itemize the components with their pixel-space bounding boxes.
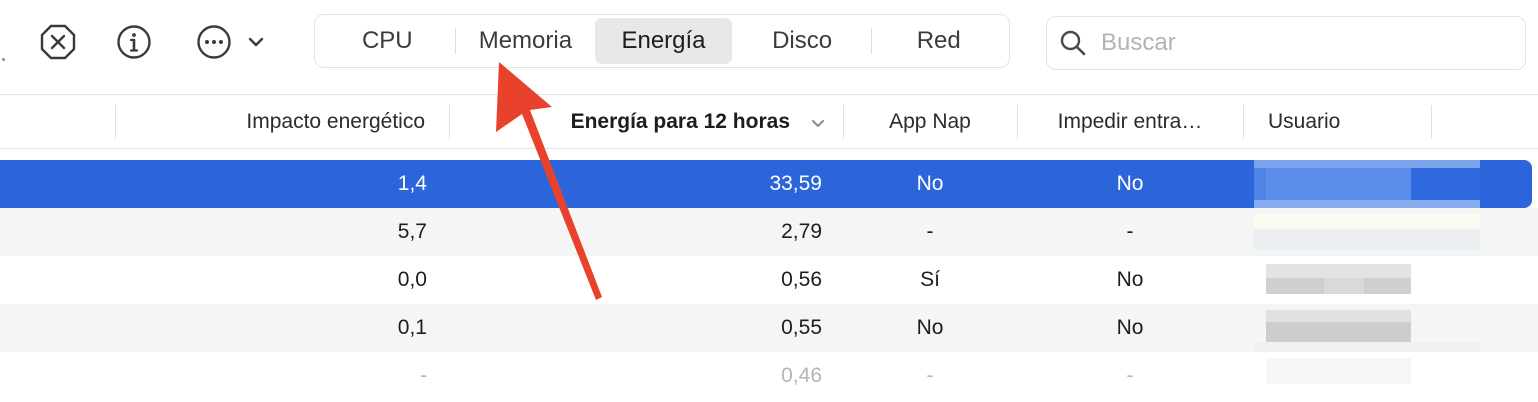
- column-label: Energía para 12 horas: [570, 110, 790, 133]
- tab-label: CPU: [361, 27, 413, 54]
- column-header-energy-12h[interactable]: Energía para 12 horas: [454, 95, 790, 149]
- stop-process-button[interactable]: [38, 22, 78, 62]
- column-divider: [1243, 105, 1244, 139]
- process-table: 1,4 33,59 No No 5,7 2,79 - - 0,0 0,56 Sí…: [0, 160, 1538, 400]
- energy-12h-cell: 0,46: [781, 364, 822, 387]
- column-header-energy-impact[interactable]: Impacto energético: [120, 95, 425, 149]
- tab-energia[interactable]: Energía: [595, 18, 732, 64]
- redacted-user: [1254, 208, 1480, 256]
- column-divider: [449, 105, 450, 139]
- view-tabs: CPU Memoria Energía Disco Red: [314, 14, 1010, 68]
- redacted-user: [1254, 160, 1480, 208]
- prevent-sleep-cell: No: [1116, 172, 1144, 195]
- column-divider: [1431, 105, 1432, 139]
- search-field[interactable]: [1046, 16, 1526, 70]
- energy-impact-cell: 5,7: [397, 220, 427, 243]
- column-label: App Nap: [889, 110, 971, 133]
- column-divider: [115, 105, 116, 139]
- tab-red[interactable]: Red: [872, 18, 1005, 64]
- energy-12h-cell: 0,55: [781, 316, 822, 339]
- column-header-prevent-sleep[interactable]: Impedir entra…: [1018, 95, 1242, 149]
- tab-disco[interactable]: Disco: [732, 18, 873, 64]
- search-input[interactable]: [1099, 28, 1503, 58]
- info-button[interactable]: [114, 22, 154, 62]
- column-header-user[interactable]: Usuario: [1268, 95, 1428, 149]
- table-row[interactable]: - 0,46 - -: [0, 352, 1538, 400]
- table-row[interactable]: 1,4 33,59 No No: [0, 160, 1532, 208]
- prevent-sleep-cell: -: [1126, 364, 1134, 387]
- toolbar: CPU Memoria Energía Disco Red: [0, 0, 1538, 95]
- prevent-sleep-cell: -: [1126, 220, 1134, 243]
- column-label: Impacto energético: [246, 110, 425, 133]
- app-nap-cell: No: [916, 172, 944, 195]
- table-row[interactable]: 5,7 2,79 - -: [0, 208, 1538, 256]
- tab-cpu[interactable]: CPU: [319, 18, 456, 64]
- redacted-user: [1254, 352, 1480, 400]
- energy-impact-cell: 0,0: [397, 268, 427, 291]
- search-icon: [1060, 30, 1086, 56]
- tab-label: Memoria: [478, 27, 573, 54]
- energy-12h-cell: 33,59: [769, 172, 822, 195]
- tab-label: Red: [916, 27, 961, 54]
- energy-impact-cell: 0,1: [397, 316, 427, 339]
- table-row[interactable]: 0,1 0,55 No No: [0, 304, 1538, 352]
- tab-label: Disco: [772, 27, 833, 54]
- app-nap-cell: -: [926, 220, 934, 243]
- tab-label: Energía: [621, 27, 706, 54]
- redacted-user: [1254, 256, 1480, 304]
- energy-impact-cell: 1,4: [397, 172, 427, 195]
- app-nap-cell: No: [916, 316, 944, 339]
- chevron-down-icon: [812, 120, 824, 127]
- column-label: Usuario: [1268, 110, 1341, 133]
- more-icon: [197, 25, 231, 59]
- window-edge-dot: [2, 58, 5, 61]
- prevent-sleep-cell: No: [1116, 268, 1144, 291]
- chevron-down-icon: [248, 37, 264, 47]
- redacted-user: [1254, 304, 1480, 352]
- app-nap-cell: -: [926, 364, 934, 387]
- energy-12h-cell: 2,79: [781, 220, 822, 243]
- table-header: Impacto energético Energía para 12 horas…: [0, 95, 1538, 149]
- column-label: Impedir entra…: [1057, 110, 1203, 133]
- prevent-sleep-cell: No: [1116, 316, 1144, 339]
- table-row[interactable]: 0,0 0,56 Sí No: [0, 256, 1538, 304]
- tab-memoria[interactable]: Memoria: [456, 18, 596, 64]
- info-icon: [117, 25, 151, 59]
- energy-12h-cell: 0,56: [781, 268, 822, 291]
- app-nap-cell: Sí: [920, 268, 940, 291]
- column-header-app-nap[interactable]: App Nap: [844, 95, 1016, 149]
- energy-impact-cell: -: [420, 364, 427, 387]
- stop-process-icon: [40, 24, 76, 60]
- more-actions-button[interactable]: [196, 22, 268, 62]
